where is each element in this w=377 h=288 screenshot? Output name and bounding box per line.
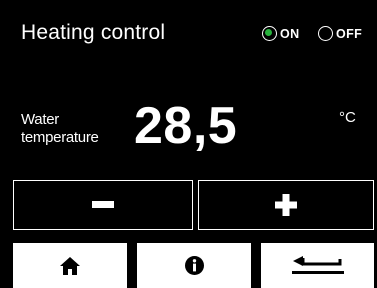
- page-title: Heating control: [21, 21, 166, 44]
- back-button[interactable]: [261, 243, 374, 288]
- increase-temperature-button[interactable]: [198, 180, 374, 230]
- radio-unselected-icon: [318, 26, 333, 41]
- return-arrow-icon: [291, 255, 344, 274]
- power-on-radio[interactable]: ON: [262, 25, 300, 42]
- decrease-temperature-button[interactable]: [13, 180, 193, 230]
- power-off-radio[interactable]: OFF: [318, 25, 362, 42]
- minus-icon: [92, 201, 114, 208]
- plus-icon: [275, 194, 297, 216]
- radio-dot: [265, 29, 273, 37]
- temperature-value: 28,5: [134, 97, 238, 155]
- home-icon: [60, 256, 80, 275]
- water-temperature-label: Water temperature: [21, 111, 131, 147]
- power-off-label: OFF: [336, 26, 363, 41]
- temperature-label-line1: Water: [21, 111, 59, 128]
- info-icon: [184, 256, 204, 275]
- power-on-label: ON: [280, 26, 300, 41]
- heating-control-screen: Heating control ON OFF Water temperature…: [0, 0, 377, 288]
- info-button[interactable]: [137, 243, 251, 288]
- temperature-label-line2: temperature: [21, 129, 99, 146]
- radio-selected-icon: [262, 26, 277, 41]
- temperature-unit: °C: [339, 109, 356, 126]
- home-button[interactable]: [13, 243, 127, 288]
